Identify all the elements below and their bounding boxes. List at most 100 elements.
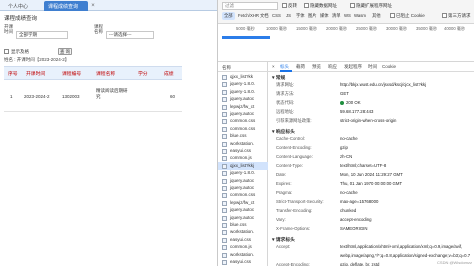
tab-cookies[interactable]: Cookie bbox=[382, 64, 396, 69]
course-select[interactable]: ---请选择--- bbox=[106, 31, 154, 39]
file-icon bbox=[222, 75, 227, 80]
blocked-cookies-checkbox[interactable] bbox=[390, 13, 395, 18]
request-name: lepwjz/fw_ct bbox=[230, 199, 255, 205]
chip-css[interactable]: CSS bbox=[270, 12, 283, 20]
tab-course-grade[interactable]: 课程成绩查询 bbox=[44, 1, 88, 11]
chip-doc[interactable]: 文档 bbox=[258, 12, 271, 20]
chip-wasm[interactable]: Wasm bbox=[352, 12, 368, 20]
request-name: common.css bbox=[230, 192, 256, 198]
tab-payload[interactable]: 载荷 bbox=[296, 64, 305, 70]
file-icon bbox=[222, 119, 227, 125]
chip-img[interactable]: 图片 bbox=[306, 12, 319, 20]
file-icon bbox=[222, 237, 227, 243]
chip-all[interactable]: 全部 bbox=[222, 12, 235, 20]
request-name: common.css bbox=[230, 118, 256, 124]
file-icon bbox=[222, 245, 227, 251]
tab-close-detail[interactable]: × bbox=[272, 64, 275, 69]
request-name: jquery-1.8.0. bbox=[230, 170, 256, 176]
invert-checkbox[interactable] bbox=[282, 3, 287, 8]
row-course-name: 精读阅读后期研究 bbox=[96, 88, 128, 99]
tab-personal-center[interactable]: 个人中心 bbox=[4, 1, 44, 11]
header-value: no-cache bbox=[340, 190, 358, 195]
request-list-header[interactable]: 名称 bbox=[218, 62, 268, 72]
request-name: easyui.css bbox=[230, 259, 252, 264]
file-icon bbox=[222, 104, 227, 110]
table-row[interactable]: 1 2023-2024-2 1302003 精读阅读后期研究 60 bbox=[4, 84, 182, 112]
request-name: blue.css bbox=[230, 222, 247, 227]
network-filter-bar: 过滤 反转 隐藏数据网址 隐藏扩展程序网址 全部 Fetch/XHR 文档 CS… bbox=[218, 0, 474, 24]
hide-extension-urls-checkbox[interactable] bbox=[350, 3, 355, 8]
response-headers-title[interactable]: ▾ 响应标头 bbox=[272, 128, 295, 135]
show-failed-checkbox[interactable] bbox=[4, 49, 9, 54]
timeline-tick: 20000 毫秒 bbox=[326, 26, 348, 31]
request-name: common.js bbox=[230, 155, 252, 161]
hide-data-urls-checkbox[interactable] bbox=[304, 3, 309, 8]
file-icon bbox=[222, 200, 227, 206]
timeline-tick: 15000 毫秒 bbox=[296, 26, 318, 31]
network-timeline[interactable]: 5000 毫秒 10000 毫秒 15000 毫秒 20000 毫秒 25000… bbox=[218, 24, 474, 62]
chip-manifest[interactable]: 清单 bbox=[330, 12, 343, 20]
tab-preview[interactable]: 预览 bbox=[312, 64, 321, 70]
chip-media[interactable]: 媒体 bbox=[318, 12, 331, 20]
timeline-tick: 10000 毫秒 bbox=[266, 26, 288, 31]
query-button[interactable]: 查 询 bbox=[58, 48, 72, 55]
request-headers-title[interactable]: ▾ 请求标头 bbox=[272, 236, 295, 243]
file-icon bbox=[222, 89, 227, 95]
request-name: easyui.css bbox=[230, 148, 252, 153]
term-select[interactable]: 全部学期 bbox=[16, 31, 68, 39]
file-icon bbox=[222, 112, 227, 117]
header-value: gzip bbox=[340, 145, 348, 150]
filter-input[interactable]: 过滤 bbox=[222, 2, 278, 10]
chip-other[interactable]: 其他 bbox=[370, 12, 383, 20]
request-item[interactable]: easyui.css bbox=[218, 258, 268, 266]
file-icon bbox=[222, 149, 227, 154]
header-value: 59.68.177.28:443 bbox=[340, 109, 374, 114]
third-party-checkbox[interactable] bbox=[442, 13, 447, 18]
course-label: 课程名称 bbox=[94, 24, 103, 34]
timeline-activity-bar bbox=[222, 36, 270, 39]
file-icon bbox=[222, 230, 227, 236]
request-name: common.js bbox=[230, 244, 252, 250]
col-header-term: 开课时间 bbox=[26, 72, 46, 77]
col-header-name: 课程名称 bbox=[96, 72, 116, 77]
header-value: Mon, 10 Jun 2024 11:29:27 GMT bbox=[340, 172, 403, 177]
file-icon bbox=[222, 215, 227, 221]
tab-timing[interactable]: 时间 bbox=[368, 64, 377, 70]
tab-response[interactable]: 响应 bbox=[328, 64, 337, 70]
chip-font[interactable]: 字体 bbox=[294, 12, 307, 20]
timeline-tick: 5000 毫秒 bbox=[236, 26, 255, 31]
header-value: chunked bbox=[340, 208, 357, 213]
tab-initiator[interactable]: 发起程序 bbox=[344, 64, 362, 70]
chip-js[interactable]: JS bbox=[284, 12, 293, 20]
file-icon bbox=[222, 252, 227, 258]
request-name: easyui.css bbox=[230, 236, 252, 242]
header-key: Accept: bbox=[276, 244, 291, 249]
timeline-tick: 35000 毫秒 bbox=[416, 26, 438, 31]
active-tab-indicator bbox=[280, 70, 292, 72]
close-icon[interactable]: × bbox=[89, 2, 97, 10]
header-key: Pragma: bbox=[276, 190, 293, 195]
request-name: common.css bbox=[230, 125, 256, 131]
header-key: Content-Language: bbox=[276, 154, 313, 159]
general-section-title[interactable]: ▾ 常规 bbox=[272, 74, 285, 81]
request-name: qjxx_list?kkj bbox=[230, 162, 255, 168]
file-icon bbox=[222, 223, 227, 228]
result-info: 姓名 : 开课时间【2023-2024-2】 bbox=[4, 57, 70, 62]
header-value: zh-CN bbox=[340, 154, 353, 159]
header-value: text/html,application/xhtml+xml,applicat… bbox=[340, 244, 463, 249]
file-icon bbox=[222, 163, 227, 169]
request-name: workstation. bbox=[230, 251, 255, 257]
col-header-credit: 学分 bbox=[138, 72, 148, 77]
col-header-score: 成绩 bbox=[164, 72, 174, 77]
header-value: max-age=15768000 bbox=[340, 199, 379, 204]
status-code-text: 200 OK bbox=[346, 100, 361, 105]
file-icon bbox=[222, 97, 227, 103]
file-icon bbox=[222, 186, 227, 191]
request-name: jquery.autoc bbox=[230, 214, 255, 220]
col-header-code: 课程编号 bbox=[62, 72, 82, 77]
file-icon bbox=[222, 134, 227, 140]
row-score: 60 bbox=[170, 94, 176, 99]
file-icon bbox=[222, 82, 227, 88]
header-value: SAMEORIGIN bbox=[340, 226, 368, 231]
file-icon bbox=[222, 156, 227, 162]
